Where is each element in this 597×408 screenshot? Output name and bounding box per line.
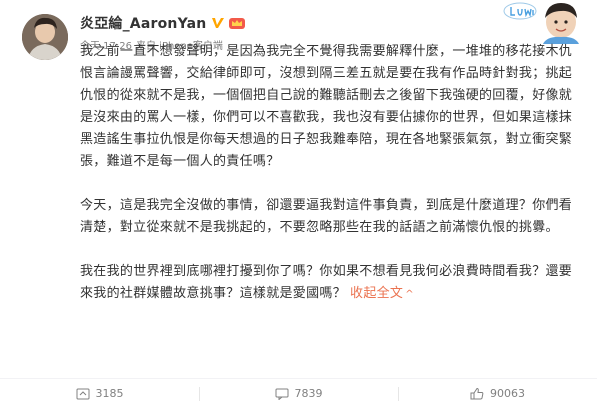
decorative-avatar-sticker [501, 0, 585, 44]
avatar[interactable] [22, 14, 68, 60]
repost-icon [76, 388, 89, 399]
username[interactable]: 炎亞綸_AaronYan [80, 13, 206, 33]
weibo-post-card: 炎亞綸_AaronYan 今天 17:26 来自 iPhone客户端 我之前一直… [0, 0, 597, 408]
post-paragraph: 我在我的世界裡到底哪裡打擾到你了嗎？你如果不想看見我何必浪費時間看我？還要來我的… [80, 261, 585, 306]
comment-count: 7839 [294, 387, 323, 400]
thumbs-up-icon [470, 387, 484, 400]
verified-v-icon [211, 16, 225, 30]
post-paragraph: 今天，這是我完全沒做的事情，卻還要逼我對這件事負責，到底是什麼道理？你們看清楚，… [80, 198, 573, 235]
collapse-arrow-icon[interactable]: ^ [405, 289, 414, 300]
member-crown-icon[interactable] [228, 16, 246, 30]
comment-icon [275, 388, 288, 400]
repost-button[interactable]: 3185 [0, 379, 199, 408]
post-paragraph: 我之前一直不想發聲明，是因為我完全不覺得我需要解釋什麼，一堆堆的移花接木仇恨言論… [80, 44, 573, 169]
like-button[interactable]: 90063 [398, 379, 597, 408]
comment-button[interactable]: 7839 [199, 379, 398, 408]
post-action-bar: 3185 7839 90063 [0, 378, 597, 408]
repost-count: 3185 [95, 387, 124, 400]
post-body: 我之前一直不想發聲明，是因為我完全不覺得我需要解釋什麼，一堆堆的移花接木仇恨言論… [80, 41, 585, 306]
post-paragraph-text: 我在我的世界裡到底哪裡打擾到你了嗎？你如果不想看見我何必浪費時間看我？還要來我的… [80, 264, 573, 301]
collapse-full-text-link[interactable]: 收起全文 [350, 286, 403, 301]
like-count: 90063 [490, 387, 525, 400]
